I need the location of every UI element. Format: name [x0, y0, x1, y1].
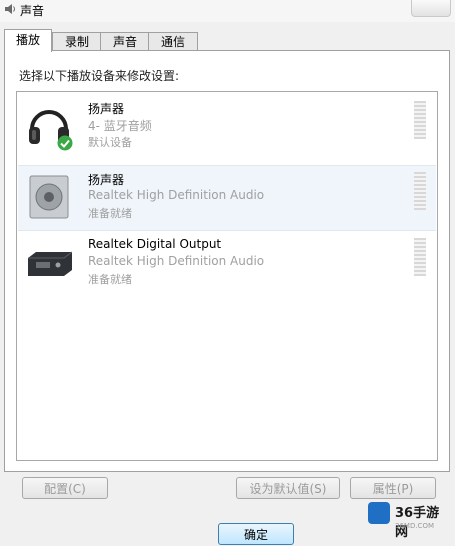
device-item[interactable]: Realtek Digital Output Realtek High Defi… [18, 232, 436, 296]
configure-button[interactable]: 配置(C) [22, 477, 108, 499]
playback-panel: 选择以下播放设备来修改设置: 扬声器 4- 蓝牙音频 默认设备 扬声器 Real… [4, 50, 450, 472]
ok-button[interactable]: 确定 [218, 523, 294, 545]
watermark-url: 36MD.COM [395, 522, 434, 530]
speaker-icon [29, 175, 69, 219]
device-list[interactable]: 扬声器 4- 蓝牙音频 默认设备 扬声器 Realtek High Defini… [16, 91, 438, 461]
tab-recording[interactable]: 录制 [52, 32, 102, 51]
sound-icon [5, 4, 15, 14]
tab-communications[interactable]: 通信 [148, 32, 198, 51]
instruction-text: 选择以下播放设备来修改设置: [19, 69, 180, 83]
device-item[interactable]: 扬声器 4- 蓝牙音频 默认设备 [18, 95, 436, 159]
device-status: 默认设备 [88, 136, 132, 149]
device-driver: 4- 蓝牙音频 [88, 119, 152, 133]
watermark-name: 36手游网 [395, 506, 440, 540]
volume-meter [414, 101, 426, 139]
window-title: 声音 [20, 4, 45, 18]
set-default-button[interactable]: 设为默认值(S) [236, 477, 340, 499]
device-name: 扬声器 [88, 173, 125, 187]
tab-playback[interactable]: 播放 [4, 29, 52, 52]
tab-sounds[interactable]: 声音 [100, 32, 150, 51]
device-driver: Realtek High Definition Audio [88, 188, 265, 202]
properties-button[interactable]: 属性(P) [350, 477, 436, 499]
volume-meter [414, 172, 426, 210]
device-status: 准备就绪 [88, 207, 132, 220]
device-status: 准备就绪 [88, 273, 132, 286]
digital-output-icon [28, 251, 72, 276]
default-check-icon [57, 135, 73, 151]
watermark-logo-icon [368, 502, 390, 524]
watermark: 36手游网 36MD.COM [362, 498, 452, 540]
device-driver: Realtek High Definition Audio [88, 254, 265, 268]
device-item[interactable]: 扬声器 Realtek High Definition Audio 准备就绪 [18, 165, 436, 231]
title-bar: 声音 [0, 0, 455, 22]
volume-meter [414, 238, 426, 276]
close-button[interactable] [411, 0, 451, 17]
device-name: 扬声器 [88, 102, 125, 116]
device-name: Realtek Digital Output [88, 237, 222, 251]
